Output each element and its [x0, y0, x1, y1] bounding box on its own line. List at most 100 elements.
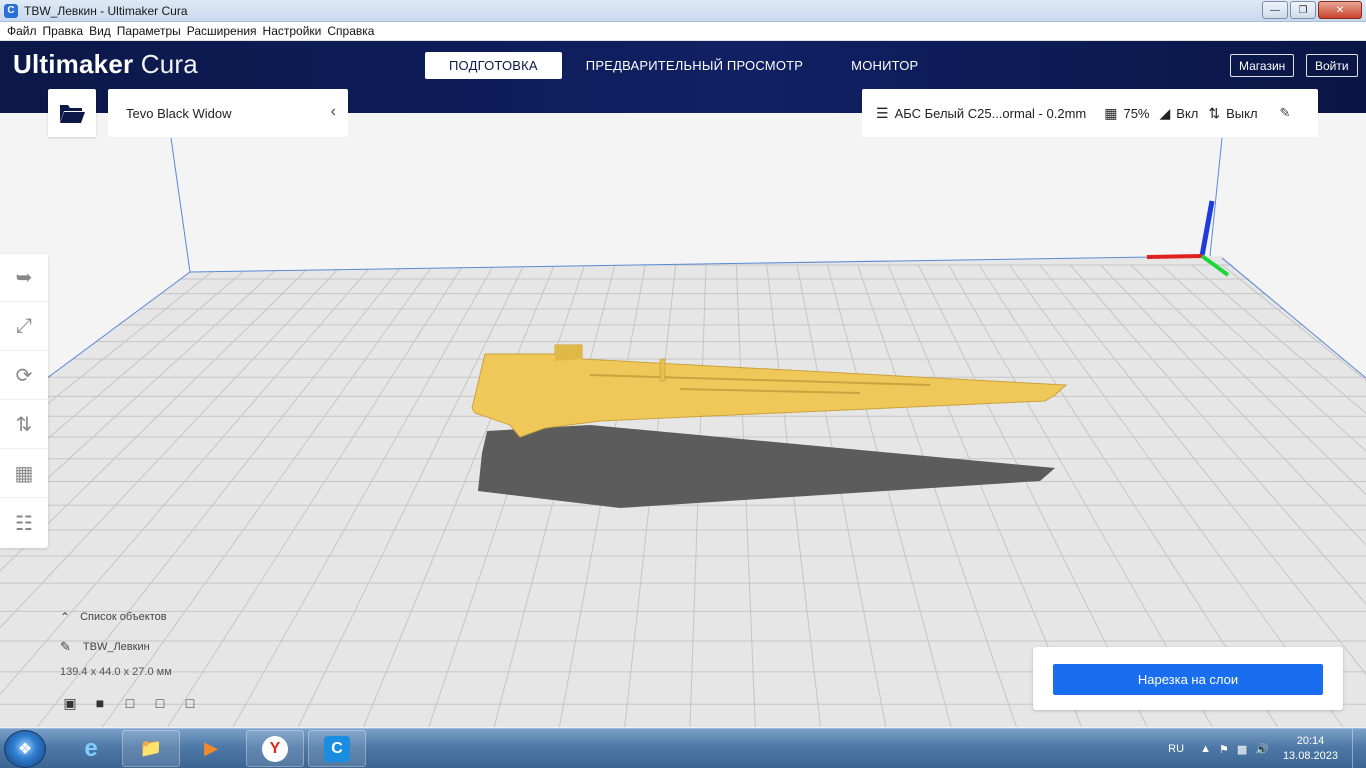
menu-help[interactable]: Справка	[324, 24, 377, 38]
profile-icon: ☰	[876, 104, 889, 121]
clock-time: 20:14	[1296, 735, 1325, 747]
pencil-icon: ✎	[60, 639, 71, 654]
mirror-icon: ⇅	[15, 414, 33, 436]
close-button[interactable]: ✕	[1318, 1, 1362, 19]
per-model-settings-tool-button[interactable]: ▦	[0, 450, 48, 498]
printer-selector[interactable]: Tevo Black Widow ‹	[108, 89, 348, 137]
yandex-icon: Y	[262, 735, 288, 762]
object-name: TBW_Левкин	[82, 641, 150, 653]
3d-viewport[interactable]: ➥ ⤢ ⟳ ⇅ ▦ ☷ ⌃ Список объектов ✎ TBW_Левк…	[0, 113, 1366, 727]
infill-value: 75%	[1123, 105, 1150, 121]
pencil-edit-icon[interactable]: ✎	[1280, 105, 1291, 121]
adhesion-group: ⇅ Выкл	[1208, 105, 1257, 122]
view-3d-button[interactable]: ▣	[60, 694, 80, 712]
app-logo: Ultimaker Cura	[13, 49, 198, 80]
rotate-tool-button[interactable]: ⟳	[0, 352, 48, 400]
clock[interactable]: 20:14 13.08.2023	[1283, 734, 1338, 764]
window-controls: — ❐ ✕	[1262, 1, 1362, 19]
rotate-icon: ⟳	[15, 365, 33, 387]
system-tray: RU ▲ ⚑ ▩ 🔊 20:14 13.08.2023	[1168, 729, 1366, 768]
support-blocker-tool-button[interactable]: ☷	[0, 499, 48, 547]
minimize-button[interactable]: —	[1262, 1, 1288, 19]
tray-expand-icon[interactable]: ▲	[1200, 743, 1211, 755]
menu-preferences[interactable]: Настройки	[260, 24, 325, 38]
view-right-button[interactable]: □	[180, 694, 200, 712]
tab-monitor[interactable]: МОНИТОР	[827, 52, 942, 79]
tool-panel: ➥ ⤢ ⟳ ⇅ ▦ ☷	[0, 254, 48, 548]
media-player-icon: ▶	[204, 738, 218, 758]
stage-tabs: ПОДГОТОВКА ПРЕДВАРИТЕЛЬНЫЙ ПРОСМОТР МОНИ…	[425, 52, 942, 79]
infill-group: ▦ 75%	[1104, 105, 1149, 122]
support-value: Вкл	[1176, 105, 1199, 121]
print-settings-selector[interactable]: ☰ АБС Белый С25...ormal - 0.2mm ▦ 75% ◢ …	[862, 89, 1318, 137]
chevron-left-icon: ‹	[330, 103, 336, 120]
taskbar-ultimaker-cura[interactable]: C	[308, 730, 366, 767]
object-list-header[interactable]: ⌃ Список объектов	[60, 610, 167, 624]
move-tool-button[interactable]: ➥	[0, 254, 48, 302]
infill-icon: ▦	[1104, 104, 1118, 121]
x-axis	[1146, 254, 1203, 259]
view-top-button[interactable]: □	[120, 694, 140, 712]
menu-settings[interactable]: Параметры	[114, 24, 184, 38]
cube-top-icon: □	[125, 695, 135, 711]
taskbar-file-explorer[interactable]: 📁	[122, 730, 180, 767]
support-blocker-icon: ☷	[15, 512, 33, 535]
menu-edit[interactable]: Правка	[40, 24, 87, 38]
window-title: TBW_Левкин - Ultimaker Cura	[24, 3, 188, 18]
action-center-flag-icon[interactable]: ⚑	[1219, 743, 1229, 756]
support-icon: ◢	[1159, 104, 1171, 121]
menu-file[interactable]: Файл	[4, 24, 40, 38]
cube-3d-icon: ▣	[63, 694, 77, 711]
cura-icon: C	[4, 3, 18, 18]
tab-prepare[interactable]: ПОДГОТОВКА	[425, 52, 562, 79]
taskbar-yandex-browser[interactable]: Y	[246, 730, 304, 767]
slice-button[interactable]: Нарезка на слои	[1053, 664, 1323, 695]
view-left-button[interactable]: □	[150, 694, 170, 712]
volume-icon[interactable]: 🔊	[1255, 743, 1269, 756]
scale-icon: ⤢	[16, 315, 32, 337]
menu-view[interactable]: Вид	[86, 24, 114, 38]
material-profile: АБС Белый С25...ormal - 0.2mm	[894, 105, 1087, 121]
mirror-tool-button[interactable]: ⇅	[0, 401, 48, 449]
window-titlebar: C TBW_Левкин - Ultimaker Cura — ❐ ✕	[0, 0, 1366, 22]
language-indicator[interactable]: RU	[1168, 743, 1184, 755]
scale-tool-button[interactable]: ⤢	[0, 303, 48, 351]
internet-explorer-icon: e	[84, 734, 98, 762]
printer-name: Tevo Black Widow	[126, 105, 232, 121]
menu-bar: Файл Правка Вид Параметры Расширения Нас…	[0, 22, 1366, 41]
object-name-row[interactable]: ✎ TBW_Левкин	[60, 639, 150, 655]
logo-product: Cura	[140, 49, 198, 79]
cube-left-icon: □	[155, 695, 165, 711]
show-desktop-button[interactable]	[1352, 729, 1366, 768]
view-front-button[interactable]: ■	[90, 694, 110, 712]
chevron-up-icon: ⌃	[60, 610, 71, 624]
per-model-settings-icon: ▦	[14, 463, 34, 485]
menu-extensions[interactable]: Расширения	[184, 24, 260, 38]
adhesion-icon: ⇅	[1208, 104, 1221, 121]
taskbar-internet-explorer[interactable]: e	[62, 730, 120, 767]
logo-brand: Ultimaker	[13, 49, 134, 79]
folder-open-icon	[60, 105, 85, 123]
object-list-title: Список объектов	[80, 611, 167, 623]
slice-panel: Нарезка на слои	[1033, 647, 1343, 710]
network-icon[interactable]: ▩	[1237, 743, 1247, 756]
tab-preview[interactable]: ПРЕДВАРИТЕЛЬНЫЙ ПРОСМОТР	[562, 52, 827, 79]
move-icon: ➥	[15, 267, 33, 289]
taskbar: ❖ e 📁 ▶ Y C RU ▲ ⚑ ▩ 🔊 20:14 13.08.2023	[0, 728, 1366, 768]
maximize-button[interactable]: ❐	[1290, 1, 1316, 19]
support-group: ◢ Вкл	[1160, 105, 1199, 122]
view-orientation-buttons: ▣ ■ □ □ □	[60, 694, 200, 712]
profile-group: ☰ АБС Белый С25...ormal - 0.2mm	[876, 105, 1086, 122]
clock-date: 13.08.2023	[1282, 750, 1338, 762]
signin-button[interactable]: Войти	[1306, 54, 1358, 77]
cube-front-icon: ■	[95, 695, 105, 711]
windows-logo-icon: ❖	[17, 741, 33, 758]
folder-icon: 📁	[139, 738, 163, 758]
marketplace-button[interactable]: Магазин	[1230, 54, 1295, 77]
start-button[interactable]: ❖	[4, 730, 46, 768]
cube-right-icon: □	[185, 695, 195, 711]
object-dimensions: 139.4 x 44.0 x 27.0 мм	[60, 666, 172, 678]
cura-taskbar-icon: C	[324, 735, 350, 762]
open-file-button[interactable]	[48, 89, 96, 137]
taskbar-media-player[interactable]: ▶	[182, 730, 240, 767]
